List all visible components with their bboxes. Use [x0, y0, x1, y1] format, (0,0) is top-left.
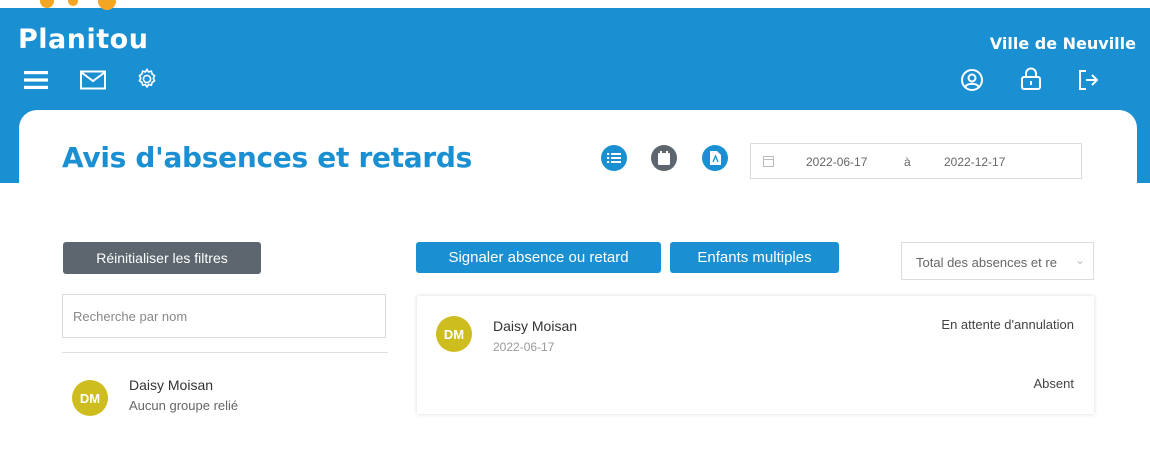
user-icon[interactable] [960, 68, 984, 92]
logo-decoration [0, 0, 140, 20]
multiple-children-button[interactable]: Enfants multiples [670, 242, 839, 273]
divider [62, 352, 388, 353]
date-separator: à [904, 155, 911, 169]
entry-status: En attente d'annulation [941, 317, 1074, 332]
avatar: DM [72, 380, 108, 416]
list-icon [607, 153, 621, 163]
absence-type-select[interactable]: Total des absences et re ⌄ [901, 242, 1094, 280]
date-range-picker[interactable]: 2022-06-17 à 2022-12-17 [750, 143, 1082, 179]
chevron-down-icon: ⌄ [1074, 253, 1085, 267]
pdf-icon [709, 151, 721, 165]
avatar: DM [436, 316, 472, 352]
pdf-export-button[interactable] [702, 145, 728, 171]
search-input[interactable] [62, 294, 386, 338]
list-view-button[interactable] [601, 145, 627, 171]
calendar-icon [658, 151, 670, 165]
reset-filters-button[interactable]: Réinitialiser les filtres [63, 242, 261, 274]
lock-icon[interactable] [1020, 67, 1042, 91]
date-from[interactable]: 2022-06-17 [806, 155, 867, 169]
child-name: Daisy Moisan [129, 377, 214, 393]
logout-icon[interactable] [1077, 68, 1101, 92]
child-group: Aucun groupe relié [129, 398, 239, 413]
absence-entry-card[interactable]: DM Daisy Moisan 2022-06-17 En attente d'… [417, 296, 1094, 414]
select-value: Total des absences et re [916, 255, 1057, 270]
calendar-view-button[interactable] [651, 145, 677, 171]
calendar-small-icon [763, 156, 774, 167]
organization-name: Ville de Neuville [989, 34, 1136, 53]
app-logo[interactable]: Planitou [18, 24, 148, 55]
page-title: Avis d'absences et retards [62, 141, 472, 174]
date-to[interactable]: 2022-12-17 [944, 155, 1005, 169]
menu-icon[interactable] [24, 70, 48, 90]
gear-icon[interactable] [135, 67, 159, 91]
report-absence-button[interactable]: Signaler absence ou retard [416, 242, 661, 273]
entry-type: Absent [1033, 376, 1074, 391]
entry-name: Daisy Moisan [493, 318, 578, 334]
mail-icon[interactable] [80, 70, 106, 90]
entry-date: 2022-06-17 [493, 340, 555, 354]
